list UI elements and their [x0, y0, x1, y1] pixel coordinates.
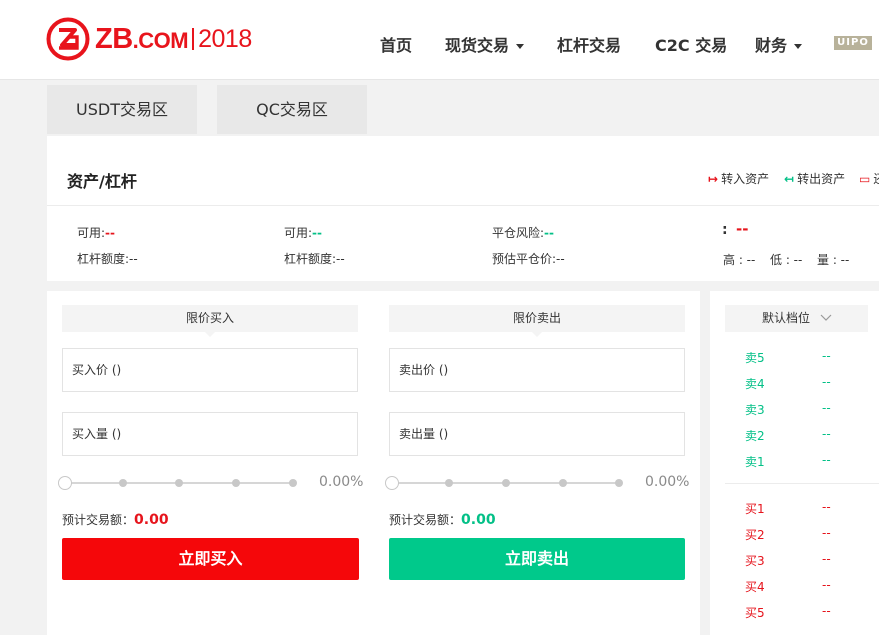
buy-amount-input[interactable]: 买入量 ()	[62, 412, 358, 456]
bid-value-4[interactable]: --	[822, 578, 831, 592]
sell-now-button[interactable]: 立即卖出	[389, 538, 685, 580]
logo[interactable]: ZB.COM 2018	[46, 17, 252, 61]
ask-label-5: 卖5	[745, 351, 765, 365]
volume-stat: 量 : --	[817, 253, 850, 267]
top-header: ZB.COM 2018 首页 现货交易 杠杆交易 C2C 交易 财务 UIPO	[0, 0, 879, 80]
buy-form-header: 限价买入	[62, 305, 358, 337]
available-stat-2: 可用:--	[284, 226, 323, 240]
bid-label-2: 买2	[745, 528, 765, 542]
logo-brand: ZB.COM	[95, 22, 189, 55]
bid-value-1[interactable]: --	[822, 500, 831, 514]
last-price: --	[736, 220, 749, 238]
nav-spot-trading[interactable]: 现货交易	[445, 32, 525, 56]
orderbook-divider	[725, 483, 879, 484]
buy-slider-step-75[interactable]	[232, 479, 240, 487]
nav-margin-trading[interactable]: 杠杆交易	[557, 32, 621, 56]
logo-year: 2018	[198, 24, 252, 53]
sell-estimated-amount: 预计交易额：0.00	[389, 512, 496, 528]
bid-value-5[interactable]: --	[822, 604, 831, 618]
orderbook-depth-select[interactable]: 默认档位	[725, 305, 868, 332]
buy-slider-step-25[interactable]	[119, 479, 127, 487]
transfer-in-icon: ↦	[708, 172, 719, 186]
ask-label-4: 卖4	[745, 377, 765, 391]
buy-price-input[interactable]: 买入价 ()	[62, 348, 358, 392]
nav-c2c-trading[interactable]: C2C 交易	[655, 32, 727, 56]
repay-icon: ▭	[859, 172, 871, 186]
ask-label-2: 卖2	[745, 429, 765, 443]
uipo-badge[interactable]: UIPO	[834, 36, 872, 50]
buy-estimated-amount: 预计交易额：0.00	[62, 512, 169, 528]
bid-value-3[interactable]: --	[822, 552, 831, 566]
liquidation-risk-stat: 平仓风险:--	[492, 226, 555, 240]
low-stat: 低 : --	[770, 253, 803, 267]
sell-slider-step-50[interactable]	[502, 479, 510, 487]
ask-label-1: 卖1	[745, 455, 765, 469]
transfer-in-button[interactable]: ↦ 转入资产	[708, 170, 769, 187]
tab-qc-zone[interactable]: QC交易区	[217, 85, 367, 134]
sell-price-input[interactable]: 卖出价 ()	[389, 348, 685, 392]
logo-separator	[192, 28, 195, 50]
asset-divider	[47, 205, 879, 206]
tab-usdt-zone[interactable]: USDT交易区	[47, 85, 197, 134]
bid-value-2[interactable]: --	[822, 526, 831, 540]
ask-label-3: 卖3	[745, 403, 765, 417]
orderbook-panel	[710, 291, 879, 635]
ask-value-1[interactable]: --	[822, 453, 831, 467]
limit-stat-1: 杠杆额度:--	[77, 252, 138, 266]
sell-slider-step-100[interactable]	[615, 479, 623, 487]
buy-slider-step-50[interactable]	[175, 479, 183, 487]
trade-form-panel	[47, 291, 700, 635]
available-stat-1: 可用:--	[77, 226, 116, 240]
ask-value-2[interactable]: --	[822, 427, 831, 441]
buy-now-button[interactable]: 立即买入	[62, 538, 359, 580]
bid-label-4: 买4	[745, 580, 765, 594]
high-stat: 高 : --	[723, 253, 756, 267]
ask-value-4[interactable]: --	[822, 375, 831, 389]
buy-slider-handle[interactable]	[58, 476, 72, 490]
sell-amount-input[interactable]: 卖出量 ()	[389, 412, 685, 456]
bid-label-3: 买3	[745, 554, 765, 568]
bid-label-5: 买5	[745, 606, 765, 620]
repay-button[interactable]: ▭还	[859, 170, 879, 187]
ask-value-3[interactable]: --	[822, 401, 831, 415]
sell-slider-step-75[interactable]	[559, 479, 567, 487]
est-liquidation-price-stat: 预估平仓价:--	[492, 252, 565, 266]
zb-logo-icon	[46, 17, 90, 61]
nav-finance[interactable]: 财务	[755, 32, 803, 56]
buy-slider-step-100[interactable]	[289, 479, 297, 487]
price-colon: :	[722, 222, 728, 238]
transfer-out-icon: ↤	[784, 172, 795, 186]
chevron-down-icon	[820, 314, 832, 321]
asset-title: 资产/杠杆	[67, 172, 137, 191]
transfer-out-button[interactable]: ↤ 转出资产	[784, 170, 845, 187]
sell-percent: 0.00%	[645, 474, 690, 490]
bid-label-1: 买1	[745, 502, 765, 516]
chevron-down-icon	[516, 44, 525, 49]
limit-stat-2: 杠杆额度:--	[284, 252, 345, 266]
nav-home[interactable]: 首页	[380, 32, 412, 56]
sell-slider-handle[interactable]	[385, 476, 399, 490]
ask-value-5[interactable]: --	[822, 349, 831, 363]
sell-slider-step-25[interactable]	[445, 479, 453, 487]
chevron-down-icon	[794, 44, 803, 49]
sell-form-header: 限价卖出	[389, 305, 685, 337]
buy-percent: 0.00%	[319, 474, 364, 490]
